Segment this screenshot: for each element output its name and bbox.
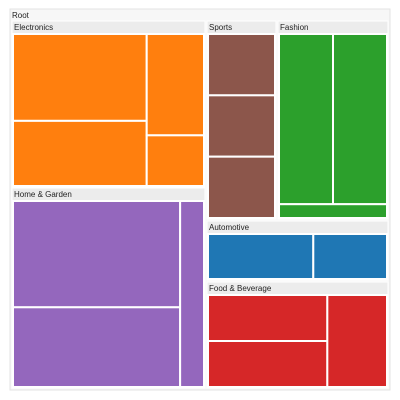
group-label-home-and-garden: Home & Garden — [14, 190, 72, 199]
tile-fashion-1[interactable] — [278, 33, 334, 206]
group-label-automotive: Automotive — [209, 223, 250, 232]
group-automotive: Automotive — [206, 220, 389, 281]
group-label-fashion: Fashion — [280, 23, 308, 32]
group-sports: Sports — [206, 20, 277, 220]
tile-automotive-1[interactable] — [207, 233, 315, 280]
tile-electronics-3[interactable] — [145, 134, 205, 187]
tile-electronics-2[interactable] — [145, 33, 205, 137]
tile-food-and-beverage-3[interactable] — [326, 294, 388, 388]
tile-sports-2[interactable] — [207, 94, 276, 158]
group-electronics: Electronics — [11, 20, 206, 188]
tile-food-and-beverage-1[interactable] — [207, 294, 329, 342]
tile-electronics-1[interactable] — [12, 33, 148, 122]
group-fashion: Fashion — [277, 20, 389, 220]
tile-electronics-4[interactable] — [12, 119, 148, 187]
tile-sports-3[interactable] — [207, 155, 276, 219]
tile-fashion-3[interactable] — [278, 203, 388, 219]
tile-home-and-garden-2[interactable] — [12, 306, 182, 389]
tile-food-and-beverage-2[interactable] — [207, 340, 329, 388]
root-label: Root — [12, 11, 30, 20]
group-label-sports: Sports — [209, 23, 232, 32]
group-label-food-and-beverage: Food & Beverage — [209, 284, 272, 293]
tile-home-and-garden-3[interactable] — [179, 200, 206, 388]
tile-automotive-2[interactable] — [312, 233, 389, 280]
tile-fashion-2[interactable] — [332, 33, 388, 206]
tile-home-and-garden-1[interactable] — [12, 200, 182, 309]
tile-sports-1[interactable] — [207, 33, 276, 97]
group-home-and-garden: Home & Garden — [11, 187, 206, 389]
groups-layer: Electronics Home & Garden Sports Fashion Aut… — [11, 20, 389, 389]
group-label-electronics: Electronics — [14, 23, 53, 32]
treemap-chart: Root Electronics Home & Garden Sports Fashi… — [9, 8, 391, 391]
group-food-and-beverage: Food & Beverage — [206, 281, 389, 389]
